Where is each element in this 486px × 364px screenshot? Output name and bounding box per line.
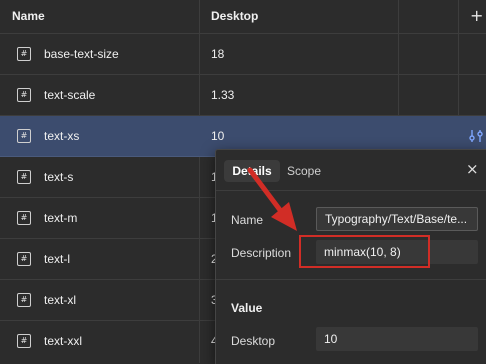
- annotation-arrow: [247, 167, 297, 231]
